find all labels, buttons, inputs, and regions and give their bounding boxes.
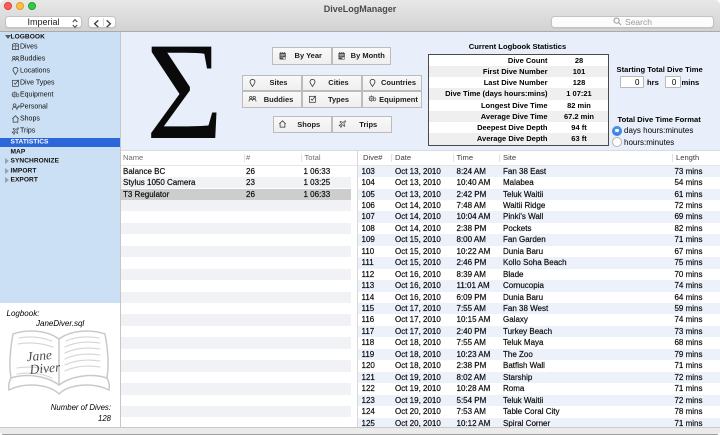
svg-text:Diver: Diver [28, 359, 62, 377]
